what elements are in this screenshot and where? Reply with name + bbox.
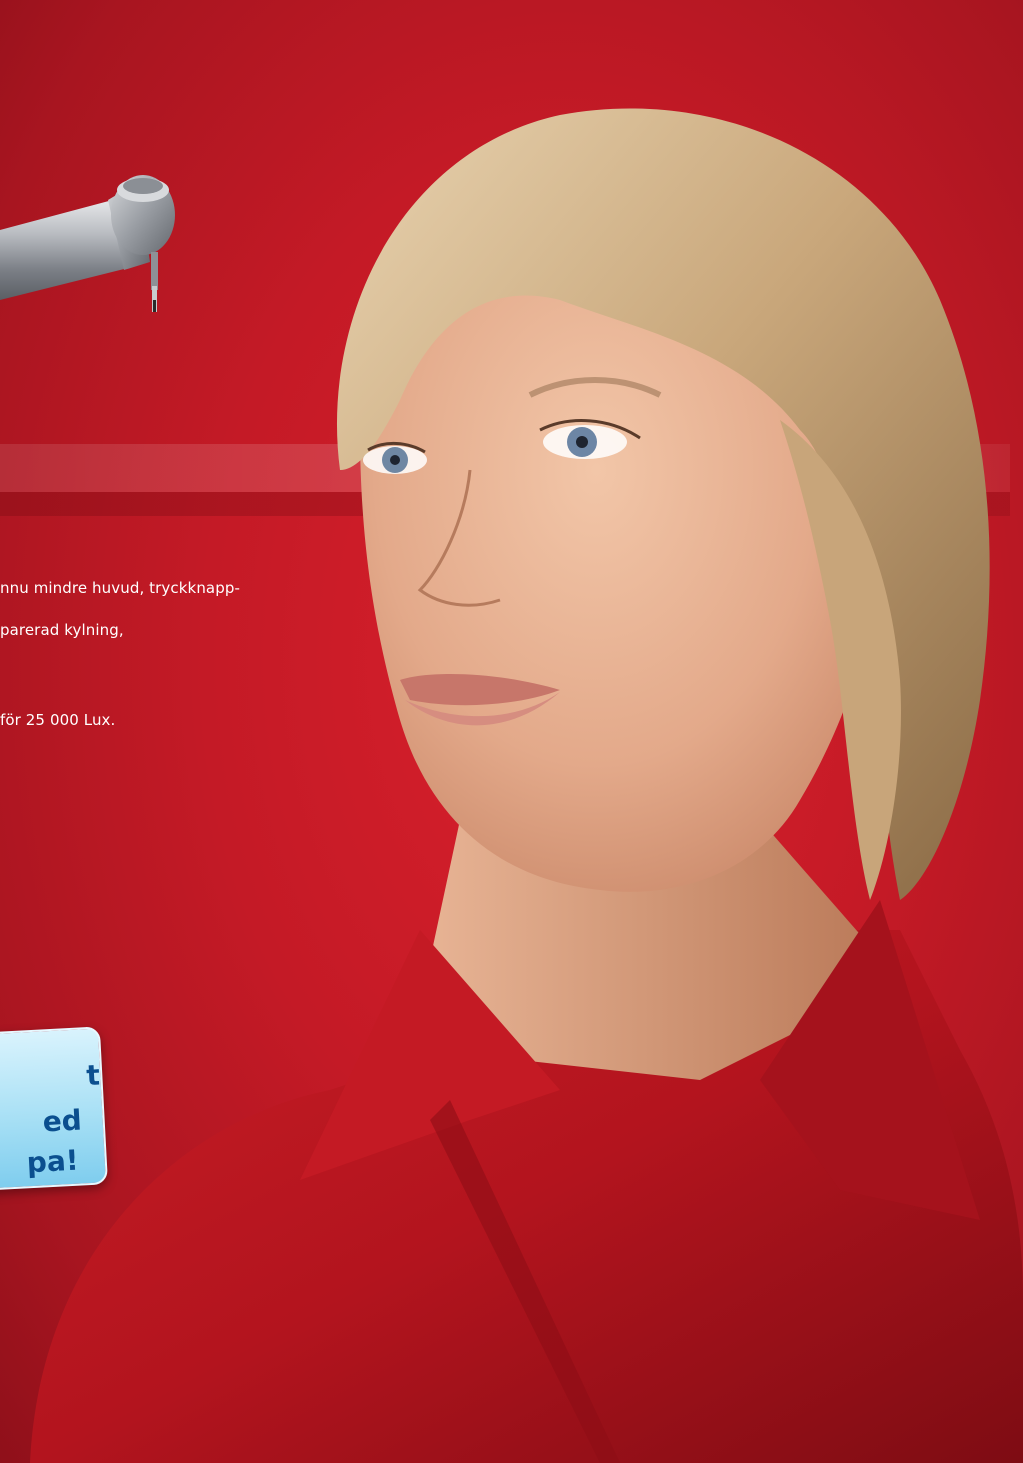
advertisement-page: nnu mindre huvud, tryckknapp- parerad ky…	[0, 0, 1023, 1463]
callout-box: t ed pa!	[0, 1026, 109, 1192]
callout-text-line: pa!	[25, 1143, 80, 1180]
body-text-line: för 25 000 Lux.	[0, 711, 116, 729]
body-text-line: parerad kylning,	[0, 621, 124, 639]
woman-portrait-image	[30, 108, 1023, 1463]
callout-text-line: ed	[41, 1103, 83, 1139]
callout-text-line: t	[85, 1058, 101, 1093]
body-text-line: nnu mindre huvud, tryckknapp-	[0, 579, 240, 597]
